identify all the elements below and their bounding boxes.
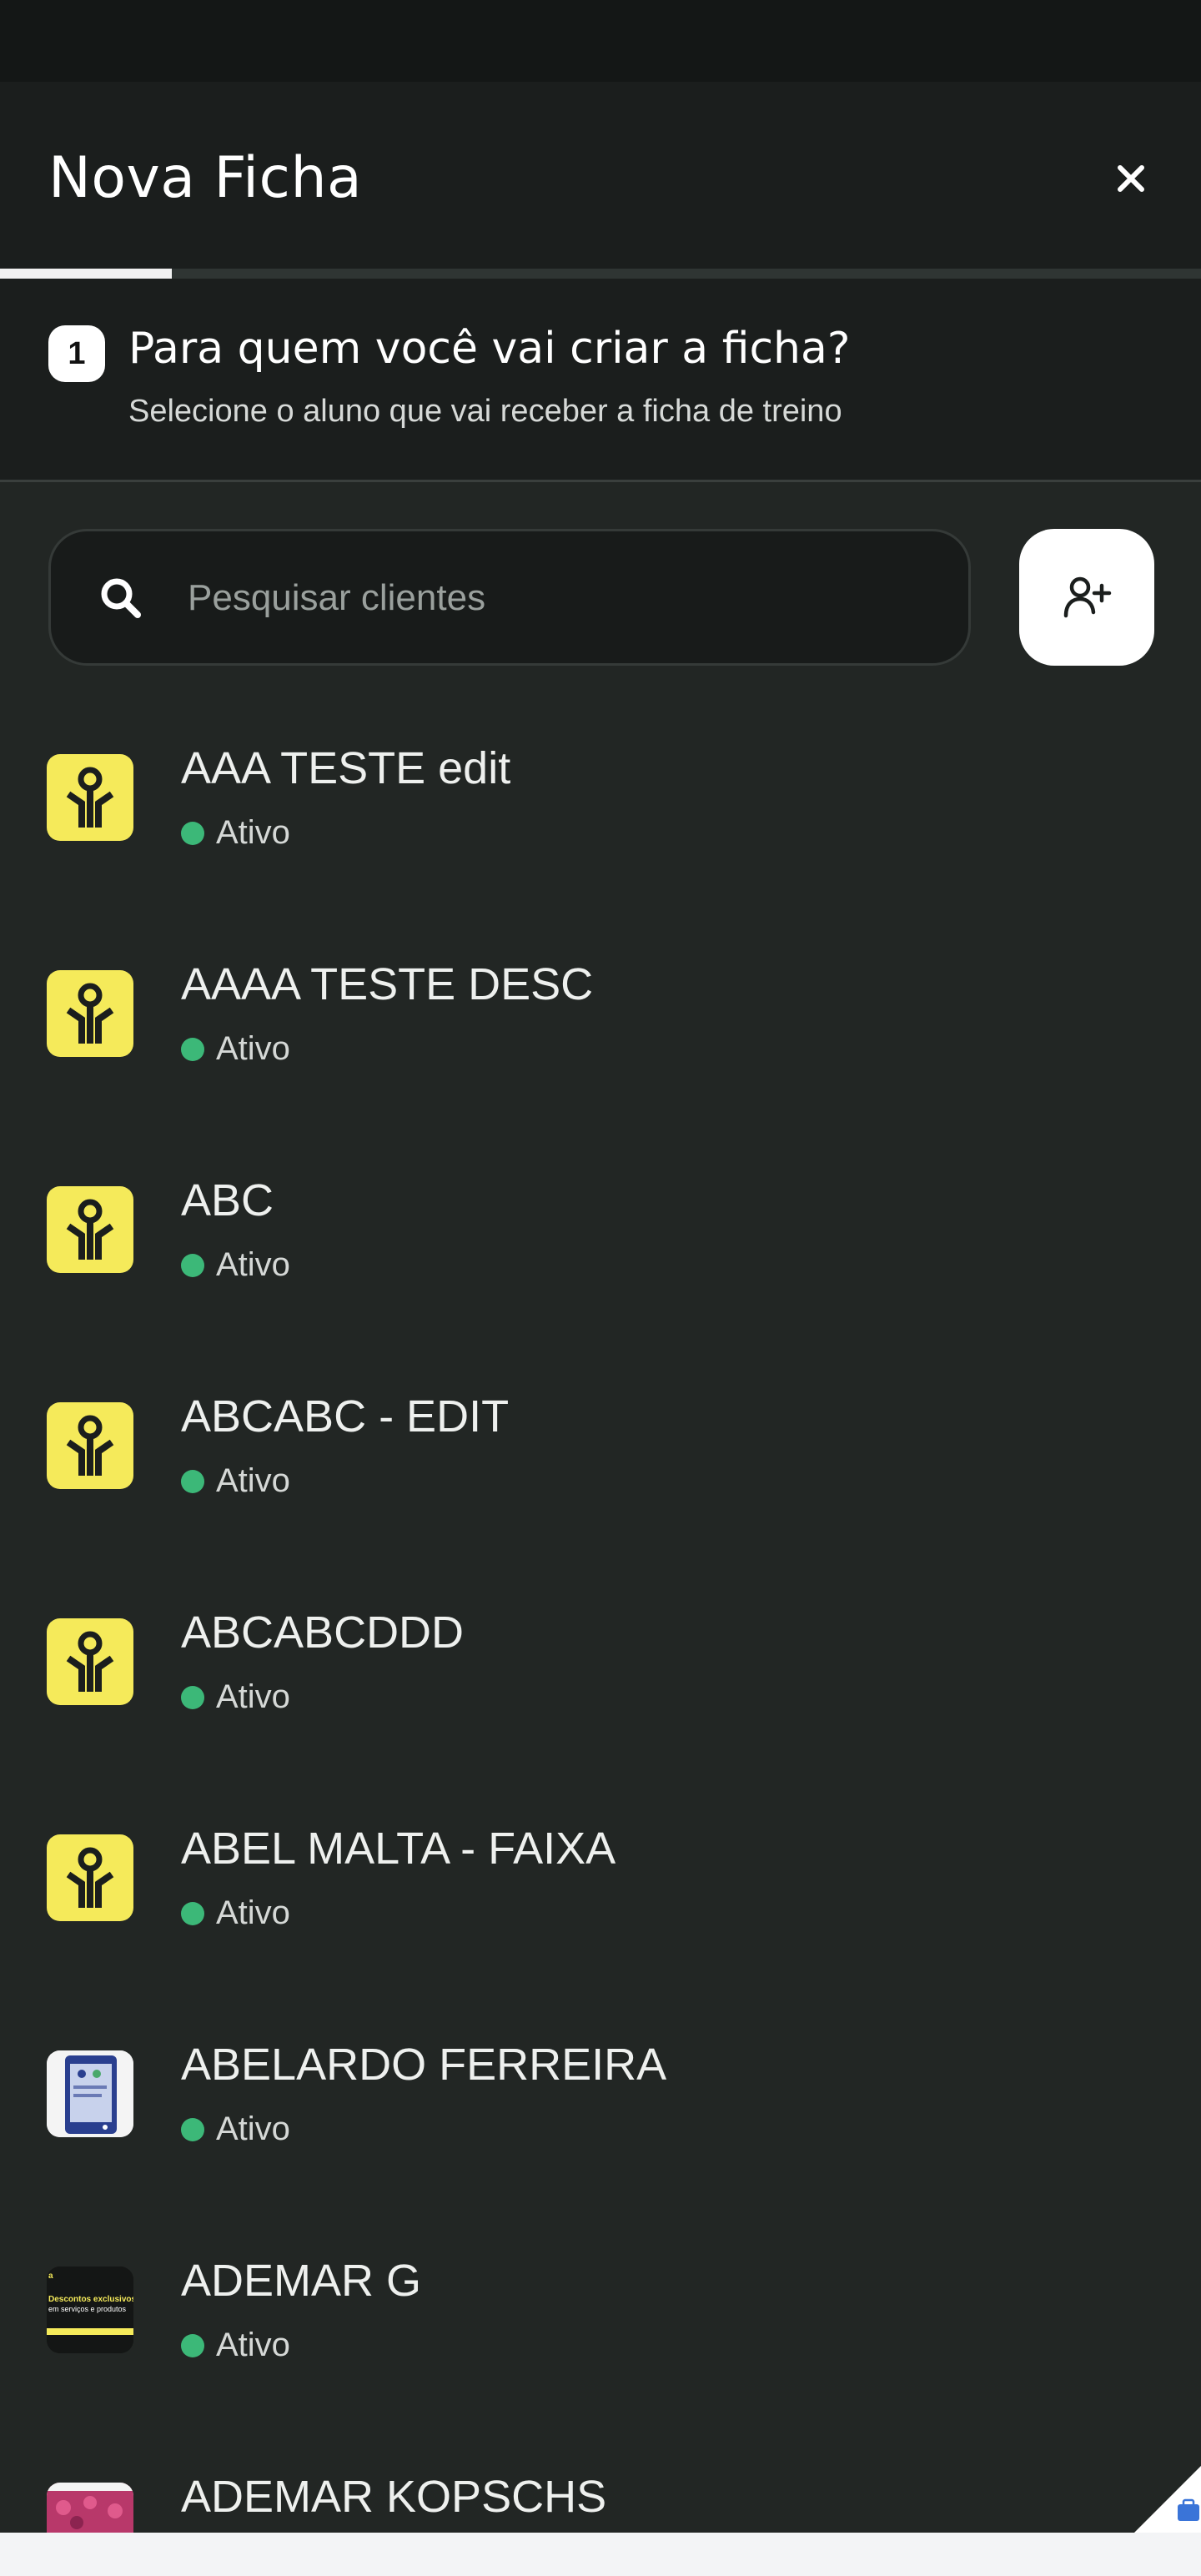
- list-item[interactable]: ABEL MALTA - FAIXA Ativo: [0, 1781, 1201, 1997]
- status-dot-icon: [181, 1469, 204, 1493]
- client-name: ABEL MALTA - FAIXA: [181, 1824, 616, 1874]
- add-user-icon: [1063, 576, 1112, 618]
- avatar: [47, 970, 133, 1057]
- avatar: [47, 754, 133, 841]
- brand-logo-icon: [66, 767, 114, 828]
- status-dot-icon: [181, 1037, 204, 1061]
- avatar: [47, 1834, 133, 1921]
- list-item[interactable]: ABCABCDDD Ativo: [0, 1565, 1201, 1781]
- page-corner-icon: [1134, 2466, 1201, 2533]
- status-badge: Ativo: [181, 814, 290, 852]
- status-dot-icon: [181, 1685, 204, 1709]
- client-name: AAA TESTE edit: [181, 743, 511, 793]
- status-badge: Ativo: [181, 2327, 290, 2364]
- client-name: ADEMAR KOPSCHS: [181, 2472, 607, 2522]
- list-item[interactable]: ABELARDO FERREIRA Ativo: [0, 1997, 1201, 2213]
- step-subtitle: Selecione o aluno que vai receber a fich…: [128, 394, 842, 429]
- status-label: Ativo: [216, 1678, 290, 1715]
- list-item[interactable]: AAA TESTE edit Ativo: [0, 701, 1201, 917]
- close-button[interactable]: [1104, 152, 1158, 205]
- status-badge: Ativo: [181, 2111, 290, 2148]
- status-label: Ativo: [216, 814, 290, 851]
- avatar-photo: a Descontos exclusivos em serviços e pro…: [47, 2267, 133, 2353]
- client-name: ABELARDO FERREIRA: [181, 2040, 667, 2090]
- status-label: Ativo: [216, 2327, 290, 2363]
- status-label: Ativo: [216, 2111, 290, 2147]
- avatar-photo: [47, 2050, 133, 2137]
- status-dot-icon: [181, 1901, 204, 1925]
- list-item[interactable]: ABCABC - EDIT Ativo: [0, 1349, 1201, 1565]
- status-dot-icon: [181, 821, 204, 845]
- svg-text:Descontos exclusivos: Descontos exclusivos: [48, 2295, 133, 2304]
- list-item[interactable]: AAAA TESTE DESC Ativo: [0, 917, 1201, 1133]
- progress-bar-fill: [0, 269, 172, 279]
- avatar: [47, 2050, 133, 2137]
- client-name: ABCABC - EDIT: [181, 1391, 510, 1441]
- list-item[interactable]: a Descontos exclusivos em serviços e pro…: [0, 2213, 1201, 2429]
- client-name: AAAA TESTE DESC: [181, 959, 594, 1009]
- client-name: ABCABCDDD: [181, 1607, 465, 1658]
- step-title: Para quem você vai criar a ficha?: [128, 324, 851, 374]
- status-label: Ativo: [216, 1462, 290, 1499]
- search-icon: [101, 578, 141, 618]
- status-badge: Ativo: [181, 1030, 290, 1068]
- status-label: Ativo: [216, 1894, 290, 1931]
- brand-logo-icon: [66, 1631, 114, 1692]
- status-badge: Ativo: [181, 1678, 290, 1716]
- close-icon: [1118, 165, 1144, 192]
- svg-text:a: a: [48, 2272, 53, 2281]
- avatar: [47, 1618, 133, 1705]
- status-bar: [0, 0, 1201, 82]
- search-input[interactable]: [188, 556, 938, 640]
- svg-text:em serviços e produtos: em serviços e produtos: [48, 2305, 127, 2313]
- progress-bar: [0, 269, 1201, 279]
- avatar: a Descontos exclusivos em serviços e pro…: [47, 2267, 133, 2353]
- avatar: [47, 1186, 133, 1273]
- list-item[interactable]: ABC Ativo: [0, 1133, 1201, 1349]
- status-dot-icon: [181, 2333, 204, 2357]
- avatar: [47, 2483, 133, 2533]
- client-name: ADEMAR G: [181, 2256, 422, 2306]
- brand-logo-icon: [66, 1199, 114, 1260]
- list-item[interactable]: ADEMAR KOPSCHS: [0, 2429, 1201, 2533]
- avatar-photo: [47, 2483, 133, 2533]
- brand-logo-icon: [66, 1415, 114, 1476]
- brand-logo-icon: [66, 983, 114, 1044]
- status-label: Ativo: [216, 1030, 290, 1067]
- brand-logo-icon: [66, 1847, 114, 1908]
- step-header: 1 Para quem você vai criar a ficha? Sele…: [0, 279, 1201, 482]
- status-label: Ativo: [216, 1246, 290, 1283]
- avatar: [47, 1402, 133, 1489]
- status-badge: Ativo: [181, 1246, 290, 1284]
- status-badge: Ativo: [181, 1462, 290, 1500]
- status-dot-icon: [181, 1253, 204, 1277]
- client-name: ABC: [181, 1175, 274, 1225]
- search-field: [48, 529, 971, 666]
- modal-header: Nova Ficha: [0, 82, 1201, 270]
- add-client-button[interactable]: [1019, 529, 1154, 666]
- status-dot-icon: [181, 2117, 204, 2141]
- bottom-system-bar: [0, 2533, 1201, 2576]
- status-badge: Ativo: [181, 1894, 290, 1932]
- client-list: AAA TESTE edit Ativo AAAA TESTE DESC Ati…: [0, 701, 1201, 2533]
- page-title: Nova Ficha: [48, 145, 363, 211]
- step-number-badge: 1: [48, 325, 105, 382]
